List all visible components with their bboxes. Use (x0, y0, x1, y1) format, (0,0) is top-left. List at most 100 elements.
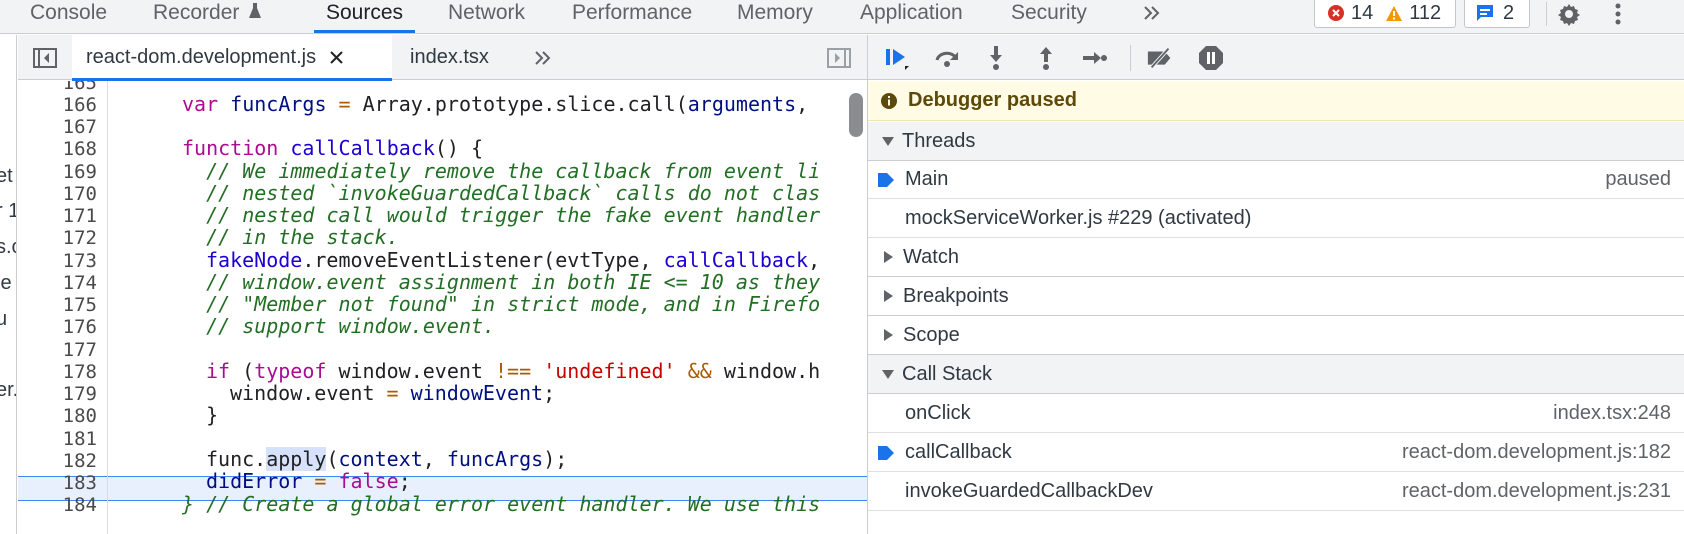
code-comment: // support window.event. (182, 314, 496, 338)
line-number[interactable]: 166 (27, 94, 97, 116)
editor-tab-react-dom[interactable]: react-dom.development.js (72, 35, 392, 81)
more-editor-tabs-button[interactable] (528, 35, 558, 80)
resume-button[interactable] (882, 43, 912, 73)
tab-security[interactable]: Security (1011, 0, 1087, 30)
line-number[interactable]: 168 (27, 138, 97, 160)
info-icon (881, 92, 897, 109)
thread-status: paused (1605, 168, 1671, 190)
line-number[interactable]: 178 (27, 361, 97, 383)
toolbar-divider (1130, 45, 1131, 71)
editor-tab-index-tsx[interactable]: index.tsx (392, 35, 512, 80)
line-number[interactable]: 180 (27, 405, 97, 427)
call-frame-row-current[interactable]: callCallback react-dom.development.js:18… (868, 434, 1684, 472)
line-number[interactable]: 181 (27, 428, 97, 450)
line-number[interactable]: 165 (27, 81, 97, 94)
code-line: function callCallback() { (182, 136, 484, 160)
more-tabs-button[interactable] (1143, 0, 1161, 30)
more-options-button[interactable] (1614, 0, 1622, 31)
breakpoints-section-header[interactable]: Breakpoints (868, 277, 1684, 316)
call-frame-row[interactable]: onClick index.tsx:248 (868, 395, 1684, 433)
collapsed-triangle-icon (884, 329, 893, 341)
deactivate-breakpoints-button[interactable] (1146, 43, 1176, 73)
current-marker-icon (878, 173, 894, 187)
tab-sources[interactable]: Sources (314, 0, 416, 33)
thread-row-main[interactable]: Main paused (868, 161, 1684, 199)
settings-button[interactable] (1556, 0, 1582, 31)
line-number[interactable]: 184 (27, 494, 97, 516)
code-line: fakeNode.removeEventListener(evtType, ca… (206, 248, 821, 272)
close-icon[interactable] (330, 51, 343, 64)
step-out-button[interactable] (1031, 43, 1061, 73)
tab-console[interactable]: Console (30, 0, 107, 30)
toggle-navigator-button[interactable] (30, 35, 60, 80)
line-number[interactable]: 179 (27, 383, 97, 405)
editor-scrollbar-thumb[interactable] (849, 93, 863, 137)
call-frame-location[interactable]: index.tsx:248 (1553, 402, 1671, 425)
expanded-triangle-icon (882, 369, 894, 379)
tab-performance[interactable]: Performance (572, 0, 692, 30)
step-into-button[interactable] (981, 43, 1011, 73)
tab-application[interactable]: Application (860, 0, 963, 30)
tab-network[interactable]: Network (448, 0, 525, 30)
code-line-current: func.apply(context, funcArgs); (206, 447, 568, 471)
step-over-icon (935, 51, 958, 67)
double-chevron-right-icon (535, 50, 551, 65)
message-count: 2 (1503, 1, 1515, 24)
issues-counter[interactable]: 14 112 (1314, 0, 1456, 28)
line-number[interactable]: 176 (27, 316, 97, 338)
sidebar-toggle-icon (33, 47, 57, 68)
file-navigator-strip[interactable]: et r 1 s.c je u er. (0, 35, 17, 534)
code-line: } // Create a global error event handler… (182, 492, 821, 516)
call-frame-row[interactable]: invokeGuardedCallbackDev react-dom.devel… (868, 473, 1684, 511)
line-number[interactable]: 182 (27, 450, 97, 472)
threads-section-header[interactable]: Threads (868, 122, 1684, 161)
line-number[interactable]: 167 (27, 116, 97, 138)
code-line: didError = false; (206, 469, 411, 493)
navigator-fragment: r 1 (0, 200, 16, 223)
error-circle-icon (1328, 5, 1344, 21)
line-number[interactable]: 174 (27, 272, 97, 294)
line-number[interactable]: 173 (27, 250, 97, 272)
navigator-fragment: s.c (0, 236, 16, 258)
code-line: } (182, 403, 219, 427)
active-tab-underline (314, 30, 416, 33)
step-icon (1083, 52, 1107, 64)
scope-section-header[interactable]: Scope (868, 316, 1684, 355)
gear-icon (1558, 4, 1580, 26)
toggle-debugger-button[interactable] (824, 35, 854, 80)
code-editor[interactable]: 165 166 167 168 169 170 171 172 173 174 … (18, 81, 867, 534)
pause-on-exceptions-button[interactable] (1196, 43, 1226, 73)
tab-recorder[interactable]: Recorder (153, 0, 262, 30)
code-comment: // window.event assignment in both IE <=… (182, 270, 821, 294)
line-number[interactable]: 170 (27, 183, 97, 205)
call-stack-section-header[interactable]: Call Stack (868, 355, 1684, 394)
step-button[interactable] (1080, 43, 1110, 73)
collapsed-triangle-icon (884, 290, 893, 302)
code-comment: // "Member not found" in strict mode, an… (182, 292, 821, 316)
line-number[interactable]: 177 (27, 339, 97, 361)
messages-counter[interactable]: 2 (1464, 0, 1530, 28)
thread-row-worker[interactable]: mockServiceWorker.js #229 (activated) (868, 200, 1684, 238)
code-comment: // We immediately remove the callback fr… (182, 159, 821, 183)
line-number[interactable]: 175 (27, 294, 97, 316)
code-line: if (typeof window.event !== 'undefined' … (206, 359, 821, 383)
error-count: 14 (1351, 1, 1374, 24)
line-number[interactable]: 172 (27, 227, 97, 249)
call-frame-location[interactable]: react-dom.development.js:231 (1402, 480, 1671, 503)
watch-section-header[interactable]: Watch (868, 238, 1684, 277)
tab-memory[interactable]: Memory (737, 0, 813, 30)
code-comment: // in the stack. (182, 225, 399, 249)
step-into-icon (990, 46, 1002, 70)
deactivate-breakpoints-icon (1147, 47, 1171, 69)
call-frame-location[interactable]: react-dom.development.js:182 (1402, 441, 1671, 464)
step-over-button[interactable] (932, 43, 962, 73)
navigator-fragment: je (0, 272, 12, 294)
navigator-fragment: et (0, 165, 13, 187)
message-bubble-icon (1477, 5, 1493, 21)
debugger-sidebar: Debugger paused Threads Main paused mock… (867, 35, 1684, 534)
line-number[interactable]: 183 (27, 472, 97, 494)
line-number[interactable]: 171 (27, 205, 97, 227)
line-number-gutter[interactable]: 165 166 167 168 169 170 171 172 173 174 … (18, 81, 108, 534)
line-number[interactable]: 169 (27, 161, 97, 183)
kebab-menu-icon (1615, 3, 1621, 25)
